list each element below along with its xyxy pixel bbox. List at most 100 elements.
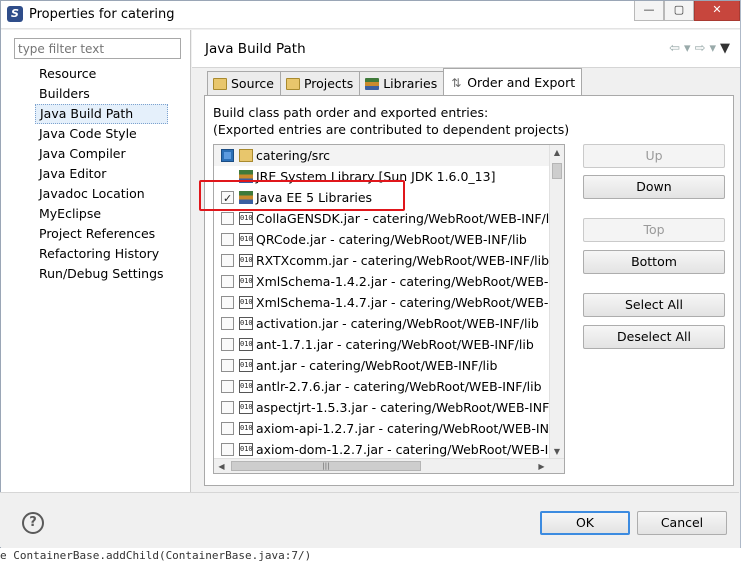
tree-item-java-code-style[interactable]: Java Code Style (35, 124, 168, 144)
export-checkbox[interactable] (221, 380, 234, 393)
entry-label: XmlSchema-1.4.2.jar - catering/WebRoot/W… (256, 274, 565, 289)
horizontal-scroll-thumb[interactable]: ||| (231, 461, 421, 471)
list-item[interactable]: 010 axiom-dom-1.2.7.jar - catering/WebRoo… (214, 439, 564, 460)
export-checkbox[interactable] (221, 212, 234, 225)
forward-arrow-icon[interactable]: ⇨ (695, 41, 706, 56)
list-item[interactable]: 010 QRCode.jar - catering/WebRoot/WEB-INF… (214, 229, 551, 250)
down-button[interactable]: Down (583, 175, 725, 199)
list-item[interactable]: 010 CollaGENSDK.jar - catering/WebRoot/WE… (214, 208, 561, 229)
list-item[interactable]: 010 axiom-api-1.2.7.jar - catering/WebRoo… (214, 418, 564, 439)
tab-source[interactable]: Source (207, 71, 281, 95)
entry-label: Java EE 5 Libraries (256, 190, 373, 205)
list-item[interactable]: 010 antlr-2.7.6.jar - catering/WebRoot/WE… (214, 376, 551, 397)
list-item[interactable]: Java EE 5 Libraries (214, 187, 551, 209)
close-button[interactable]: ✕ (694, 1, 740, 21)
entry-label: QRCode.jar - catering/WebRoot/WEB-INF/li… (256, 232, 527, 247)
scroll-down-icon[interactable]: ▼ (550, 444, 564, 459)
window-title: Properties for catering (29, 7, 175, 22)
list-item[interactable]: 010 RXTXcomm.jar - catering/WebRoot/WEB-I… (214, 250, 551, 271)
tree-item-builders[interactable]: Builders (35, 84, 168, 104)
vertical-scroll-thumb[interactable] (552, 163, 562, 179)
list-item[interactable]: 010 XmlSchema-1.4.2.jar - catering/WebRoo… (214, 271, 564, 292)
maximize-button[interactable]: ▢ (664, 1, 694, 21)
entry-label: ant.jar - catering/WebRoot/WEB-INF/lib (256, 358, 498, 373)
entries-rows: catering/src JRE System Library [Sun JDK … (214, 145, 564, 460)
export-checkbox[interactable] (221, 188, 234, 209)
page-header: Java Build Path ⇦ ▾ ⇨ ▾ ▼ (192, 30, 740, 68)
view-menu-icon[interactable]: ▼ (720, 41, 730, 56)
jar-icon: 010 (239, 422, 253, 435)
library-icon (239, 191, 253, 204)
tree-item-myeclipse[interactable]: MyEclipse (35, 204, 168, 224)
entry-label: XmlSchema-1.4.7.jar - catering/WebRoot/W… (256, 295, 565, 310)
export-checkbox[interactable] (221, 233, 234, 246)
help-icon[interactable]: ? (22, 512, 44, 534)
scroll-right-icon[interactable]: ▶ (534, 459, 549, 473)
tree-item-run-debug-settings[interactable]: Run/Debug Settings (35, 264, 168, 284)
dialog-button-bar: ? OK Cancel (0, 492, 739, 547)
export-checkbox[interactable] (221, 149, 234, 162)
entry-label: CollaGENSDK.jar - catering/WebRoot/WEB-I… (256, 211, 561, 226)
jar-icon: 010 (239, 401, 253, 414)
jar-icon: 010 (239, 254, 253, 267)
export-checkbox[interactable] (221, 254, 234, 267)
preference-tree-panel: ResourceBuildersJava Build PathJava Code… (1, 30, 191, 493)
cancel-button[interactable]: Cancel (637, 511, 727, 535)
list-item[interactable]: JRE System Library [Sun JDK 1.6.0_13] (214, 166, 551, 187)
list-item[interactable]: catering/src (214, 145, 551, 166)
export-checkbox[interactable] (221, 443, 234, 456)
entry-label: JRE System Library [Sun JDK 1.6.0_13] (256, 169, 496, 184)
scroll-left-icon[interactable]: ◀ (214, 459, 229, 473)
list-item[interactable]: 010 XmlSchema-1.4.7.jar - catering/WebRoo… (214, 292, 564, 313)
back-dropdown-icon[interactable]: ▾ (684, 41, 691, 56)
order-icon: ⇅ (451, 76, 462, 90)
export-checkbox[interactable] (221, 317, 234, 330)
projects-icon (285, 77, 300, 90)
deselect-all-button[interactable]: Deselect All (583, 325, 725, 349)
tree-item-javadoc-location[interactable]: Javadoc Location (35, 184, 168, 204)
tree-item-resource[interactable]: Resource (35, 64, 168, 84)
window-controls: — ▢ ✕ (634, 1, 740, 23)
list-item[interactable]: 010 aspectjrt-1.5.3.jar - catering/WebRoo… (214, 397, 564, 418)
ok-button[interactable]: OK (540, 511, 630, 535)
scroll-up-icon[interactable]: ▲ (550, 145, 564, 160)
filter-input[interactable] (14, 38, 181, 59)
export-checkbox[interactable] (221, 296, 234, 309)
jar-icon: 010 (239, 359, 253, 372)
export-checkbox[interactable] (221, 422, 234, 435)
list-item[interactable]: 010 activation.jar - catering/WebRoot/WEB… (214, 313, 551, 334)
list-item[interactable]: 010 ant-1.7.1.jar - catering/WebRoot/WEB-… (214, 334, 551, 355)
entry-label: aspectjrt-1.5.3.jar - catering/WebRoot/W… (256, 400, 565, 415)
bottom-button[interactable]: Bottom (583, 250, 725, 274)
export-checkbox[interactable] (221, 359, 234, 372)
top-button: Top (583, 218, 725, 242)
preference-tree: Resource Builders Java Build Path Java Code… (35, 64, 168, 284)
background-editor-strip (740, 0, 753, 564)
library-icon (239, 170, 253, 183)
tab-order-and-export[interactable]: ⇅ Order and Export (443, 68, 583, 95)
classpath-entries-list[interactable]: catering/src JRE System Library [Sun JDK … (213, 144, 565, 474)
export-checkbox[interactable] (221, 275, 234, 288)
entry-label: RXTXcomm.jar - catering/WebRoot/WEB-INF/… (256, 253, 550, 268)
tree-item-refactoring-history[interactable]: Refactoring History (35, 244, 168, 264)
tree-item-project-references[interactable]: Project References (35, 224, 168, 244)
tab-projects[interactable]: Projects (279, 71, 361, 95)
background-console-line: e ContainerBase.addChild(ContainerBase.j… (0, 548, 753, 564)
minimize-button[interactable]: — (634, 1, 664, 21)
vertical-scrollbar[interactable]: ▲ ▼ (549, 145, 564, 459)
tab-libraries[interactable]: Libraries (359, 71, 445, 95)
forward-dropdown-icon[interactable]: ▾ (709, 41, 716, 56)
select-all-button[interactable]: Select All (583, 293, 725, 317)
export-checkbox[interactable] (221, 338, 234, 351)
back-arrow-icon[interactable]: ⇦ (669, 41, 680, 56)
tree-item-java-compiler[interactable]: Java Compiler (35, 144, 168, 164)
list-item[interactable]: 010 ant.jar - catering/WebRoot/WEB-INF/li… (214, 355, 551, 376)
jar-icon: 010 (239, 338, 253, 351)
horizontal-scrollbar[interactable]: ◀ ||| ▶ (214, 458, 564, 473)
entry-label: axiom-dom-1.2.7.jar - catering/WebRoot/W… (256, 442, 565, 457)
tree-item-java-build-path[interactable]: Java Build Path (35, 104, 168, 124)
build-path-tabs: Source Projects Libraries ⇅ Order and Export (207, 68, 583, 95)
tab-label: Order and Export (467, 74, 576, 90)
export-checkbox[interactable] (221, 401, 234, 414)
tree-item-java-editor[interactable]: Java Editor (35, 164, 168, 184)
